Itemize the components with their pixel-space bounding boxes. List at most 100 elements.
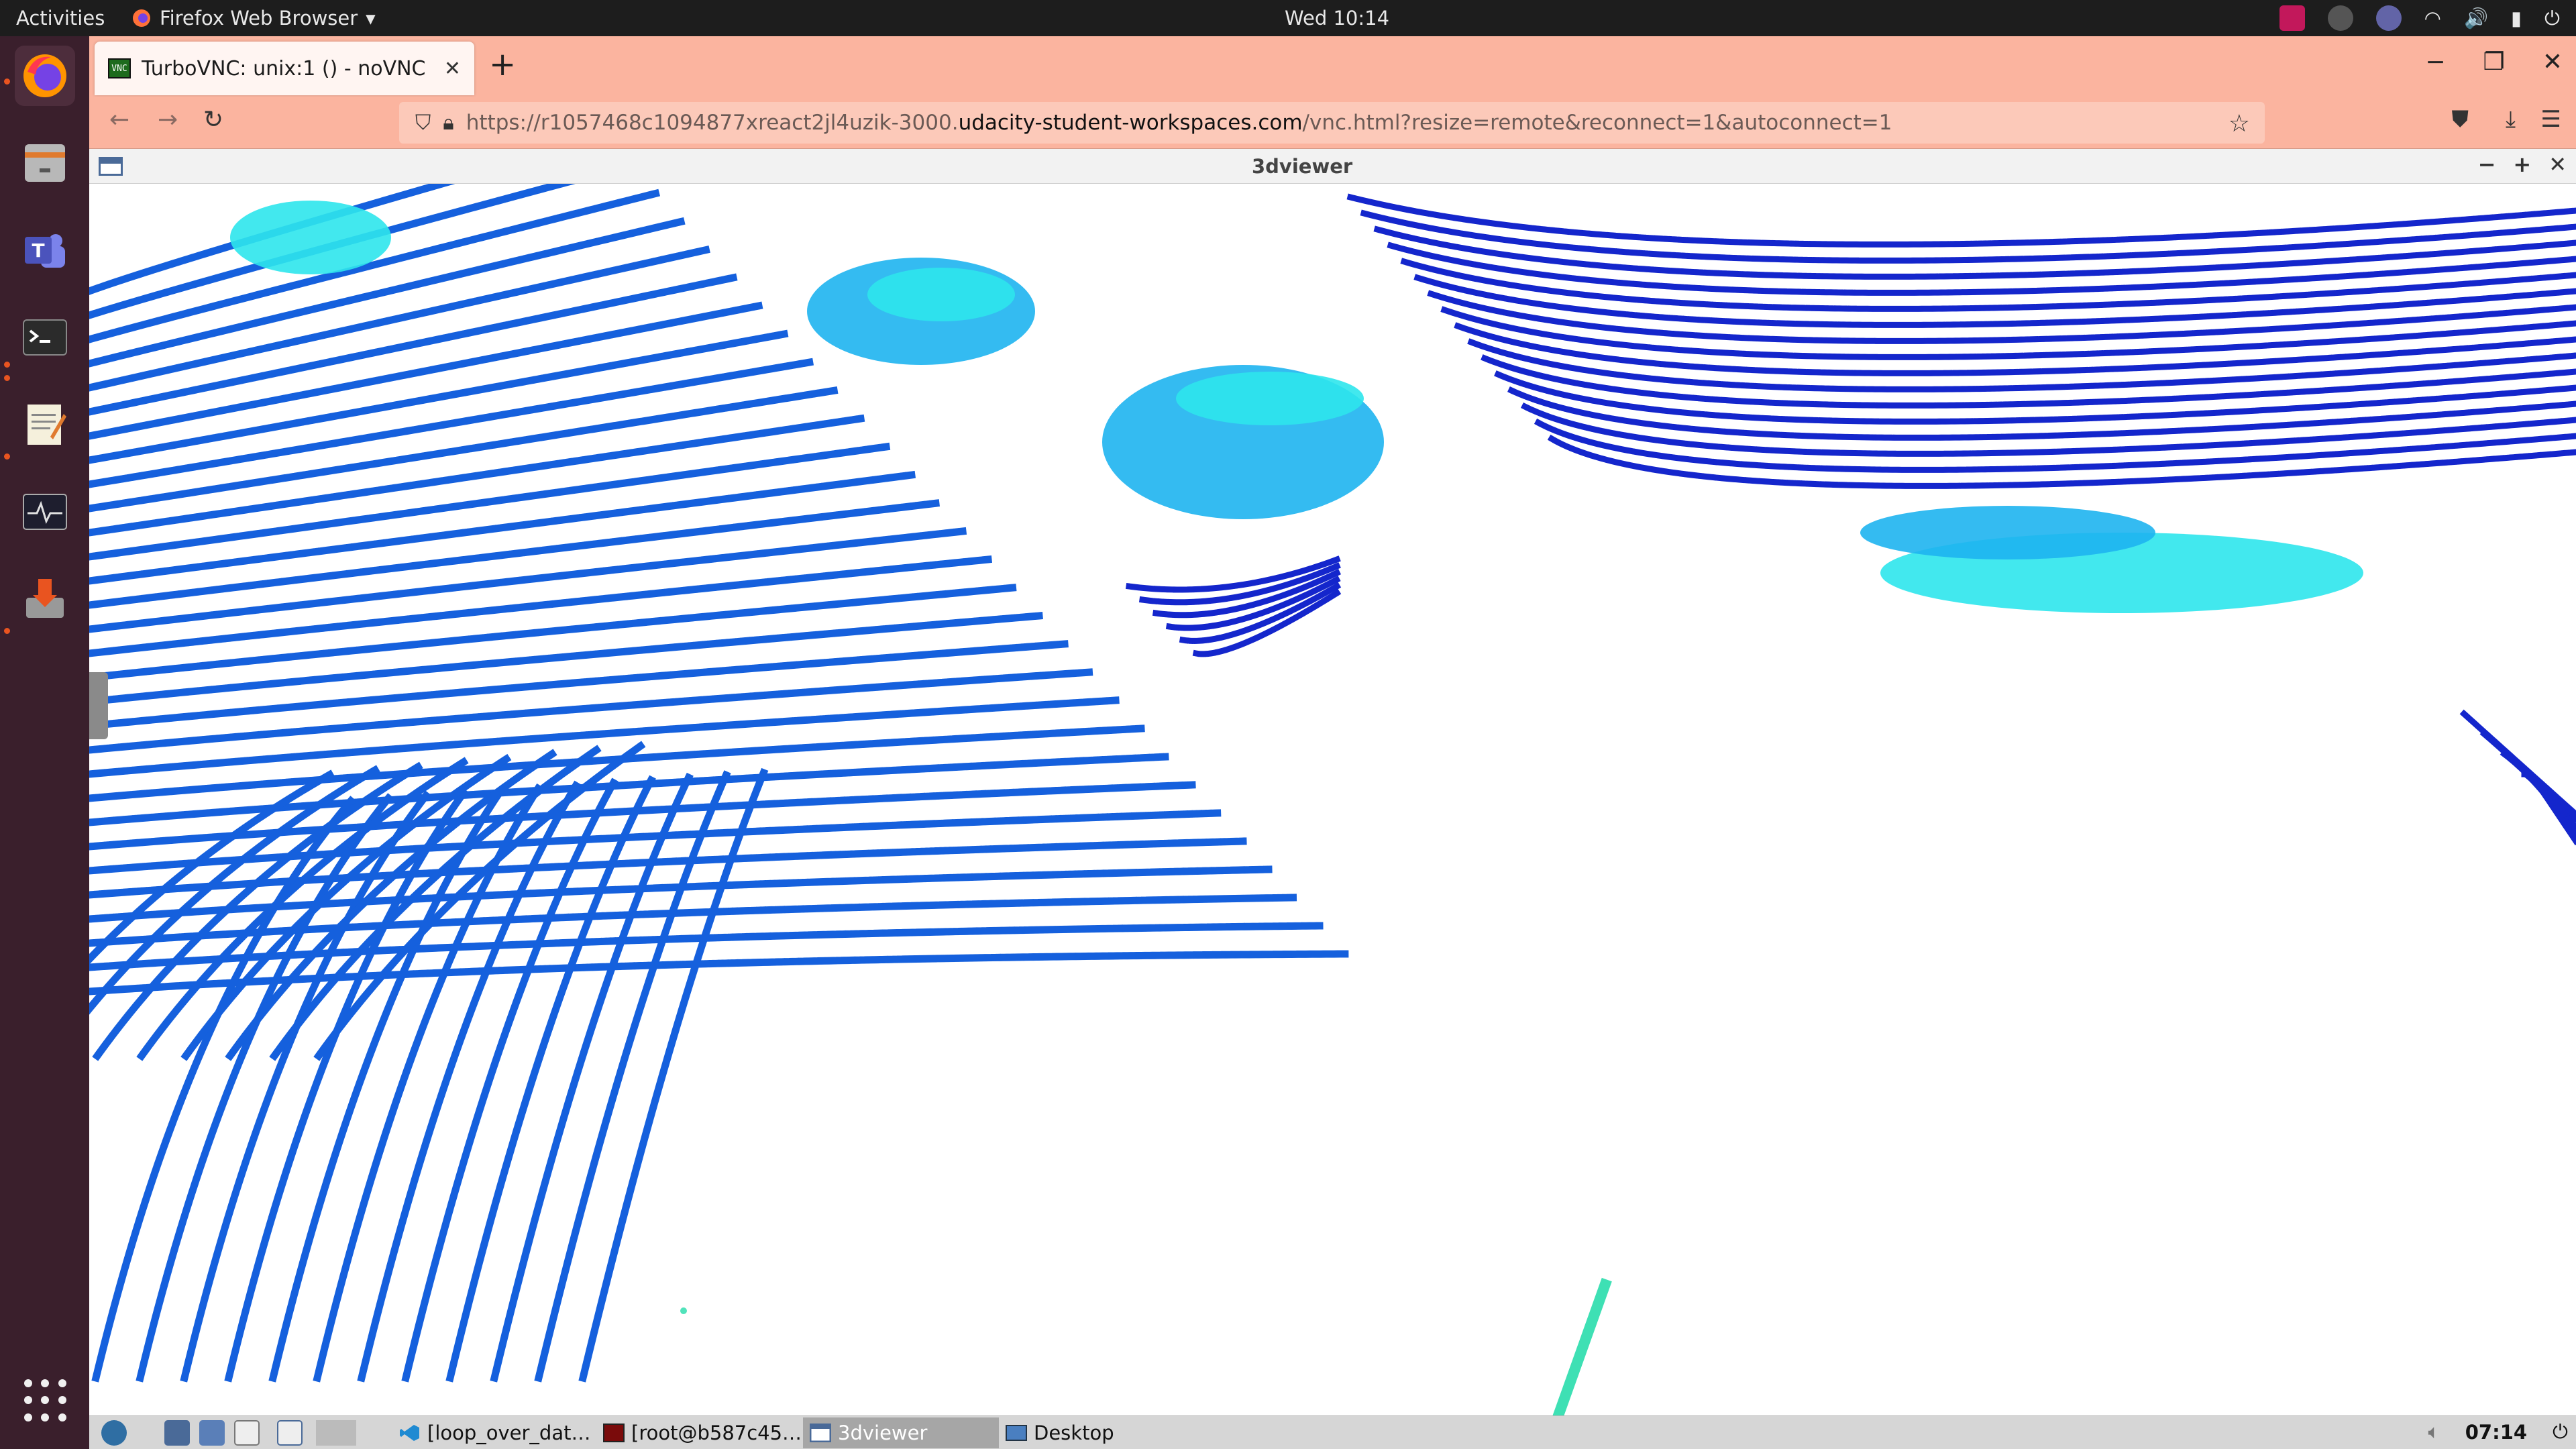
vehicle-cluster: [1860, 506, 2155, 559]
volume-icon[interactable]: 🔊: [2464, 7, 2488, 30]
activities-button[interactable]: Activities: [16, 7, 105, 30]
dock-installer[interactable]: [15, 569, 75, 629]
file-manager-icon[interactable]: [199, 1420, 225, 1446]
firefox-icon: [133, 9, 150, 27]
hamburger-menu-icon[interactable]: ☰: [2541, 106, 2561, 133]
minimize-window-button[interactable]: −: [2425, 48, 2445, 76]
lidar-ring: [89, 414, 865, 537]
lidar-ring: [89, 386, 840, 513]
viewer-minimize-button[interactable]: −: [2478, 152, 2496, 177]
power-icon[interactable]: ⏻: [2553, 1420, 2568, 1444]
bookmark-star-icon[interactable]: ☆: [2229, 110, 2250, 138]
running-indicator: [4, 362, 10, 368]
taskbar-task-3dviewer[interactable]: 3dviewer: [803, 1417, 999, 1448]
viewer-window-controls: − + ✕: [2478, 152, 2567, 177]
reload-button[interactable]: ↻: [203, 106, 223, 133]
url-path: /vnc.html?resize=remote&reconnect=1&auto…: [1302, 111, 1892, 135]
lidar-ring: [1346, 193, 2576, 248]
wifi-icon[interactable]: ◠: [2424, 7, 2441, 30]
tab-title: TurboVNC: unix:1 () - noVNC: [142, 56, 426, 80]
chevron-down-icon: ▾: [366, 7, 376, 30]
workspace-2-icon[interactable]: [277, 1420, 303, 1446]
dock-files[interactable]: [15, 133, 75, 193]
volume-icon[interactable]: 🔈︎: [2428, 1420, 2439, 1444]
system-monitor-icon: [23, 494, 67, 530]
dock-text-editor[interactable]: [15, 394, 75, 455]
close-tab-icon[interactable]: ✕: [444, 57, 461, 80]
toolbox-icon[interactable]: [2279, 5, 2305, 31]
gnome-top-bar: Activities Firefox Web Browser ▾ Wed 10:…: [0, 0, 2576, 36]
taskbar-task-terminal[interactable]: [root@b587c45…: [596, 1417, 803, 1448]
point-cloud-viewport[interactable]: [89, 184, 2576, 1415]
window-menu-icon[interactable]: [99, 157, 123, 176]
show-desktop-icon[interactable]: [164, 1420, 190, 1446]
app-menu-label: Firefox Web Browser: [160, 7, 358, 30]
viewer-window-title: 3dviewer: [1252, 155, 1353, 178]
vpn-icon[interactable]: [2327, 5, 2353, 31]
close-window-button[interactable]: ✕: [2542, 48, 2563, 76]
desktop-icon: [1006, 1425, 1027, 1441]
teams-icon: T: [25, 234, 65, 268]
pocket-icon[interactable]: ⛊: [2452, 106, 2469, 133]
system-tray[interactable]: ◠ 🔊 ▮ ⏻: [2279, 5, 2560, 31]
dock-firefox[interactable]: [15, 46, 75, 106]
viewer-maximize-button[interactable]: +: [2513, 152, 2531, 177]
xfce-taskbar: [loop_over_dat… [root@b587c45… 3dviewer …: [89, 1415, 2576, 1449]
top-bar-clock[interactable]: Wed 10:14: [1285, 7, 1389, 30]
terminal-icon: [603, 1424, 625, 1442]
svg-text:T: T: [32, 239, 44, 262]
window-controls: − ❐ ✕: [2425, 48, 2563, 76]
vnc-remote-desktop[interactable]: 3dviewer − + ✕ [loop_over_dat… [root@b58…: [89, 149, 2576, 1449]
taskbar-task-label: [root@b587c45…: [631, 1421, 802, 1444]
taskbar-task-desktop[interactable]: Desktop: [999, 1417, 1160, 1448]
firefox-nav-bar: ← → ↻ ⛉ 🔒︎ https://r1057468c1094877xreac…: [89, 97, 2576, 149]
dock-terminal[interactable]: [15, 307, 75, 368]
url-prefix: https://r1057468c1094877xreact2jl4uzik-3…: [466, 111, 959, 135]
battery-icon[interactable]: ▮: [2511, 7, 2522, 30]
teams-tray-icon[interactable]: [2375, 5, 2402, 31]
file-cabinet-icon: [25, 144, 65, 182]
vehicle-cluster: [867, 268, 1015, 321]
browser-tab[interactable]: VNC TurboVNC: unix:1 () - noVNC ✕: [95, 42, 474, 95]
lidar-ring: [89, 329, 789, 464]
taskbar-task-label: [loop_over_dat…: [427, 1421, 591, 1444]
downloads-icon[interactable]: ⤓: [2506, 106, 2516, 133]
lidar-ring: [89, 527, 967, 633]
taskbar-task-vscode[interactable]: [loop_over_dat…: [392, 1417, 596, 1448]
dock-teams[interactable]: T: [15, 220, 75, 280]
xfce-menu-icon[interactable]: [101, 1420, 127, 1446]
viewer-close-button[interactable]: ✕: [2548, 152, 2567, 177]
taskbar-clock[interactable]: 07:14: [2465, 1421, 2527, 1444]
restore-window-button[interactable]: ❐: [2483, 48, 2505, 76]
url-bar[interactable]: ⛉ 🔒︎ https://r1057468c1094877xreact2jl4u…: [399, 102, 2265, 144]
viewer-window-titlebar[interactable]: 3dviewer − + ✕: [89, 149, 2576, 184]
installer-icon: [26, 579, 64, 618]
taskbar-task-label: 3dviewer: [838, 1421, 928, 1444]
app-menu[interactable]: Firefox Web Browser ▾: [131, 7, 376, 30]
workspace-1-icon[interactable]: [234, 1420, 260, 1446]
show-applications-icon[interactable]: [24, 1379, 67, 1422]
forward-button[interactable]: →: [158, 106, 178, 133]
pole-cluster: [1552, 1277, 1613, 1415]
lidar-ring: [89, 555, 993, 657]
running-indicator: [4, 375, 10, 381]
taskbar-task-label: Desktop: [1034, 1421, 1114, 1444]
power-icon[interactable]: ⏻: [2544, 7, 2560, 30]
firefox-icon: [23, 54, 66, 97]
vehicle-cluster: [1176, 372, 1364, 425]
lidar-ring: [89, 498, 942, 609]
vscode-icon: [400, 1425, 419, 1441]
lock-icon[interactable]: 🔒︎: [443, 111, 454, 136]
window-icon: [810, 1424, 831, 1442]
lidar-ring: [1387, 241, 2576, 296]
back-button[interactable]: ←: [109, 106, 129, 133]
workspace-3-icon[interactable]: [316, 1420, 356, 1446]
novnc-control-bar-handle[interactable]: [89, 672, 108, 739]
dock-system-monitor[interactable]: [15, 482, 75, 542]
text-editor-icon: [28, 405, 66, 445]
new-tab-button[interactable]: +: [489, 48, 516, 80]
vnc-favicon-icon: VNC: [108, 58, 131, 78]
lidar-ring: [89, 358, 814, 488]
shield-icon[interactable]: ⛉: [415, 111, 431, 136]
lidar-ring: [1373, 225, 2576, 280]
